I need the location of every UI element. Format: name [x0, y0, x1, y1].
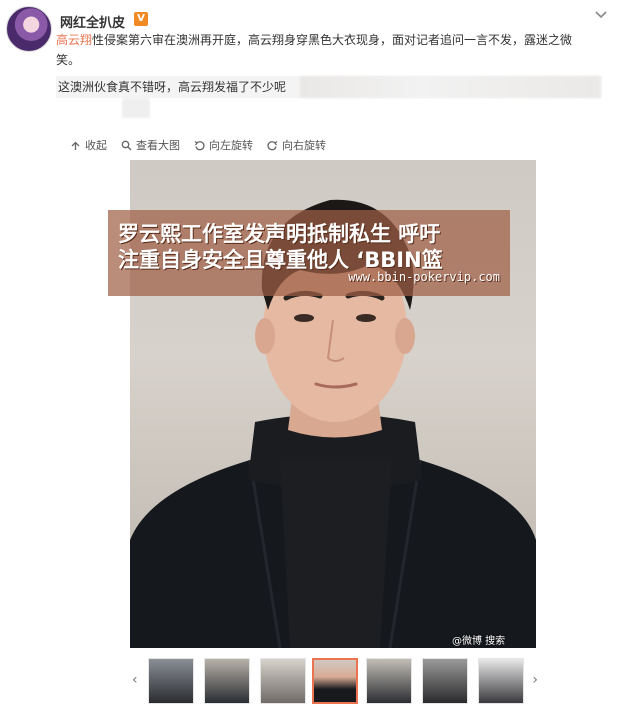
chevron-down-icon[interactable] — [594, 8, 608, 22]
collapse-icon — [71, 141, 80, 150]
rotate-right-button[interactable]: 向右旋转 — [267, 136, 326, 154]
comment-text: 这澳洲伙食真不错呀，高云翔发福了不少呢 — [58, 80, 287, 94]
chevron-left-icon[interactable]: ‹ — [132, 672, 138, 688]
image-toolbar: 收起 查看大图 向左旋转 向右旋转 — [70, 136, 326, 154]
chevron-right-icon[interactable]: › — [532, 672, 538, 688]
collapse-label: 收起 — [85, 139, 107, 152]
rotate-left-label: 向左旋转 — [209, 139, 253, 152]
rotate-right-icon — [267, 140, 278, 150]
thumbnail-strip: ‹ › — [130, 658, 538, 706]
avatar[interactable] — [6, 6, 52, 52]
hashtag-link[interactable]: 高云翔 — [56, 33, 92, 47]
view-large-button[interactable]: 查看大图 — [121, 136, 180, 154]
blurred-region — [122, 98, 150, 118]
post-text: 高云翔性侵案第六审在澳洲再开庭，高云翔身穿黑色大衣现身，面对记者追问一言不发，露… — [56, 30, 596, 70]
thumbnail[interactable] — [148, 658, 194, 704]
overlay-url: www.bbin-pokervip.com — [348, 270, 500, 284]
thumbnail[interactable] — [366, 658, 412, 704]
thumbnail[interactable] — [478, 658, 524, 704]
comment-line: 这澳洲伙食真不错呀，高云翔发福了不少呢 — [56, 76, 602, 98]
thumbnail[interactable] — [422, 658, 468, 704]
blurred-region — [300, 76, 600, 98]
view-large-label: 查看大图 — [136, 139, 180, 152]
post-body: 性侵案第六审在澳洲再开庭，高云翔身穿黑色大衣现身，面对记者追问一言不发，露迷之微… — [56, 33, 573, 67]
thumbnail[interactable] — [204, 658, 250, 704]
rotate-left-button[interactable]: 向左旋转 — [194, 136, 253, 154]
thumbnail[interactable] — [260, 658, 306, 704]
collapse-button[interactable]: 收起 — [70, 136, 107, 154]
thumbnail-selected[interactable] — [312, 658, 358, 704]
verified-badge-icon: V — [134, 12, 148, 26]
photo-credit: @微博 搜索 — [452, 636, 506, 647]
rotate-right-label: 向右旋转 — [282, 139, 326, 152]
search-icon — [121, 140, 132, 150]
rotate-left-icon — [194, 140, 205, 150]
username[interactable]: 网红全扒皮 — [60, 12, 125, 31]
overlay-banner: 罗云熙工作室发声明抵制私生 呼吁 注重自身安全且尊重他人 ‘BBIN篮 www.… — [108, 210, 510, 296]
